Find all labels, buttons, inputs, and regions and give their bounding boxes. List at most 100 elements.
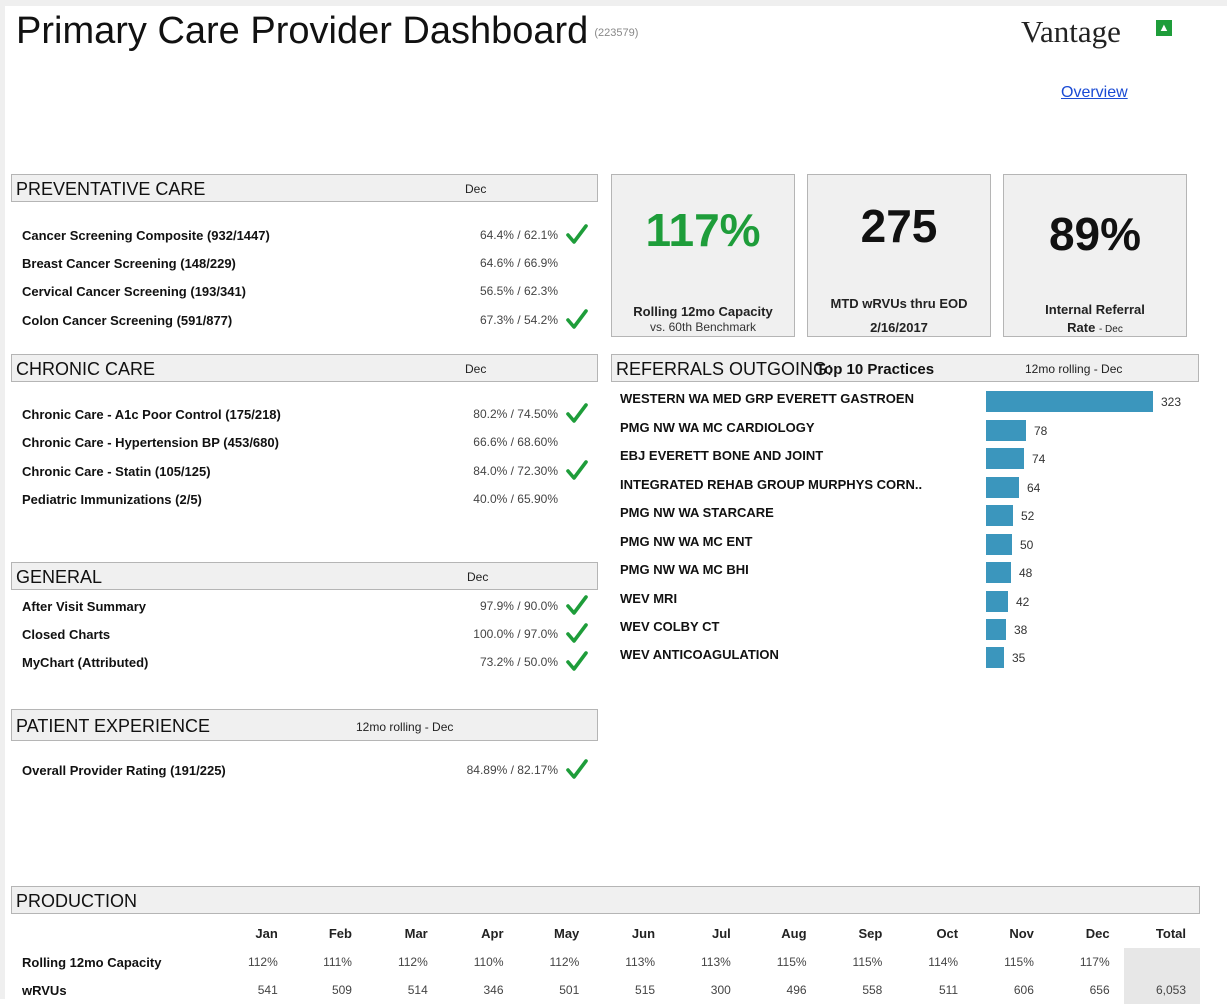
kpi-subcaption: vs. 60th Benchmark	[649, 320, 757, 334]
metric-value: 56.5% / 62.3%	[479, 284, 558, 298]
metric-row: Breast Cancer Screening (148/229) 64.6% /…	[22, 252, 594, 276]
referral-value: 48	[1019, 566, 1033, 580]
production-cell: 112%	[549, 955, 580, 969]
referral-bar	[986, 534, 1012, 555]
metric-label: Cancer Screening Composite (932/1447)	[22, 228, 270, 243]
metric-row: After Visit Summary 97.9% / 90.0%	[22, 595, 594, 619]
kpi-rolling-capacity: 117% Rolling 12mo Capacity vs. 60th Benc…	[611, 174, 795, 337]
production-cell: 515	[635, 983, 656, 997]
checkmark-icon	[566, 460, 588, 480]
referral-value: 38	[1014, 623, 1028, 637]
production-cell: 514	[407, 983, 428, 997]
metric-label: Breast Cancer Screening (148/229)	[22, 256, 236, 271]
column-header: Aug	[781, 925, 807, 941]
metric-row: Overall Provider Rating (191/225) 84.89% …	[22, 759, 594, 783]
column-header: Sep	[858, 925, 883, 941]
referral-label: EBJ EVERETT BONE AND JOINT	[620, 448, 824, 463]
column-header: Oct	[936, 925, 959, 941]
kpi-subcaption-main: Rate	[1067, 320, 1096, 335]
left-border	[0, 0, 5, 999]
referral-label: PMG NW WA STARCARE	[620, 505, 774, 520]
metric-row: Cancer Screening Composite (932/1447) 64.…	[22, 224, 594, 248]
column-header: Jan	[255, 925, 278, 941]
production-cell: 112%	[397, 955, 428, 969]
metric-row: Cervical Cancer Screening (193/341) 56.5%…	[22, 280, 594, 304]
metric-value: 73.2% / 50.0%	[479, 655, 558, 669]
metric-row: Chronic Care - Hypertension BP (453/680)…	[22, 431, 594, 455]
section-title: CHRONIC CARE	[16, 359, 156, 379]
production-table: Jan Feb Mar Apr May Jun Jul Aug Sep Oct Nov Dec Tota…	[14, 918, 1200, 1004]
production-cell: 511	[938, 983, 959, 997]
metric-value: 100.0% / 97.0%	[473, 627, 558, 641]
metric-value: 97.9% / 90.0%	[479, 599, 558, 613]
referral-row: INTEGRATED REHAB GROUP MURPHYS CORN.. 64	[620, 477, 1200, 505]
checkmark-icon	[566, 651, 588, 671]
referral-label: PMG NW WA MC BHI	[620, 562, 749, 577]
referral-row: PMG NW WA STARCARE 52	[620, 505, 1200, 533]
general-header: GENERAL Dec	[11, 562, 598, 590]
metric-label: Chronic Care - Statin (105/125)	[22, 464, 211, 479]
referral-value: 78	[1034, 424, 1048, 438]
production-cell: 111%	[323, 955, 352, 969]
referral-value: 64	[1027, 481, 1041, 495]
production-row-label: Rolling 12mo Capacity	[22, 954, 162, 970]
kpi-caption: MTD wRVUs thru EOD	[830, 296, 968, 311]
production-cell: 541	[257, 983, 278, 997]
metric-row: MyChart (Attributed) 73.2% / 50.0%	[22, 651, 594, 675]
column-header: Jun	[631, 925, 656, 941]
referral-label: WEV MRI	[620, 591, 678, 606]
referral-label: PMG NW WA MC CARDIOLOGY	[620, 420, 815, 435]
brand-mark-icon: ▲	[1156, 20, 1172, 36]
production-cell: 115%	[1004, 955, 1034, 969]
preventative-care-header: PREVENTATIVE CARE Dec	[11, 174, 598, 202]
production-cell: 501	[559, 983, 580, 997]
metric-value: 84.0% / 72.30%	[473, 464, 558, 478]
section-title: PRODUCTION	[16, 891, 137, 911]
production-row: wRVUs 541 509 514 346 501 515 300 496 558 511 606 65…	[14, 976, 1200, 1004]
section-title: GENERAL	[16, 567, 103, 587]
column-header: Jul	[712, 925, 731, 941]
referral-value: 52	[1021, 509, 1035, 523]
referral-row: EBJ EVERETT BONE AND JOINT 74	[620, 448, 1200, 476]
referral-label: WESTERN WA MED GRP EVERETT GASTROEN	[620, 391, 914, 406]
section-period: 12mo rolling - Dec	[1025, 362, 1123, 376]
referral-value: 323	[1161, 395, 1182, 409]
production-cell: 110%	[473, 955, 504, 969]
metric-value: 84.89% / 82.17%	[466, 763, 558, 777]
column-header: Total	[1155, 925, 1186, 941]
referral-bar	[986, 647, 1004, 668]
metric-label: Chronic Care - A1c Poor Control (175/218…	[22, 407, 281, 422]
metric-value: 40.0% / 65.90%	[473, 492, 558, 506]
checkmark-icon	[566, 595, 588, 615]
checkmark-icon	[566, 759, 588, 779]
metric-label: Cervical Cancer Screening (193/341)	[22, 284, 247, 299]
production-cell: 113%	[701, 955, 731, 969]
kpi-internal-referral: 89% Internal Referral Rate - Dec	[1003, 174, 1187, 337]
brand-logo: Vantage	[1021, 14, 1121, 49]
production-cell: 115%	[852, 955, 883, 969]
referral-row: WESTERN WA MED GRP EVERETT GASTROEN 323	[620, 391, 1200, 419]
page-title: Primary Care Provider Dashboard (223579)	[16, 10, 638, 53]
metric-row: Closed Charts 100.0% / 97.0%	[22, 623, 594, 647]
production-header: PRODUCTION	[11, 886, 1200, 914]
kpi-value: 89%	[1048, 208, 1142, 260]
referral-row: PMG NW WA MC BHI 48	[620, 562, 1200, 590]
metric-row: Chronic Care - A1c Poor Control (175/218…	[22, 403, 594, 427]
production-cell: 606	[1013, 983, 1034, 997]
production-cell: 558	[862, 983, 883, 997]
metric-value: 80.2% / 74.50%	[473, 407, 558, 421]
checkmark-icon	[566, 309, 588, 329]
kpi-value: 117%	[645, 204, 761, 256]
kpi-caption: Rolling 12mo Capacity	[633, 304, 773, 319]
referral-row: PMG NW WA MC CARDIOLOGY 78	[620, 420, 1200, 448]
section-period: Dec	[465, 362, 487, 376]
referral-value: 35	[1012, 651, 1026, 665]
column-header: Nov	[1009, 925, 1034, 941]
referral-bar	[986, 391, 1153, 412]
metric-label: MyChart (Attributed)	[22, 655, 149, 670]
production-cell: 113%	[625, 955, 656, 969]
section-subtitle: Top 10 Practices	[816, 361, 935, 378]
referral-bar	[986, 448, 1024, 469]
production-header-row: Jan Feb Mar Apr May Jun Jul Aug Sep Oct Nov Dec Tota…	[14, 918, 1200, 948]
overview-link[interactable]: Overview	[1061, 84, 1128, 102]
